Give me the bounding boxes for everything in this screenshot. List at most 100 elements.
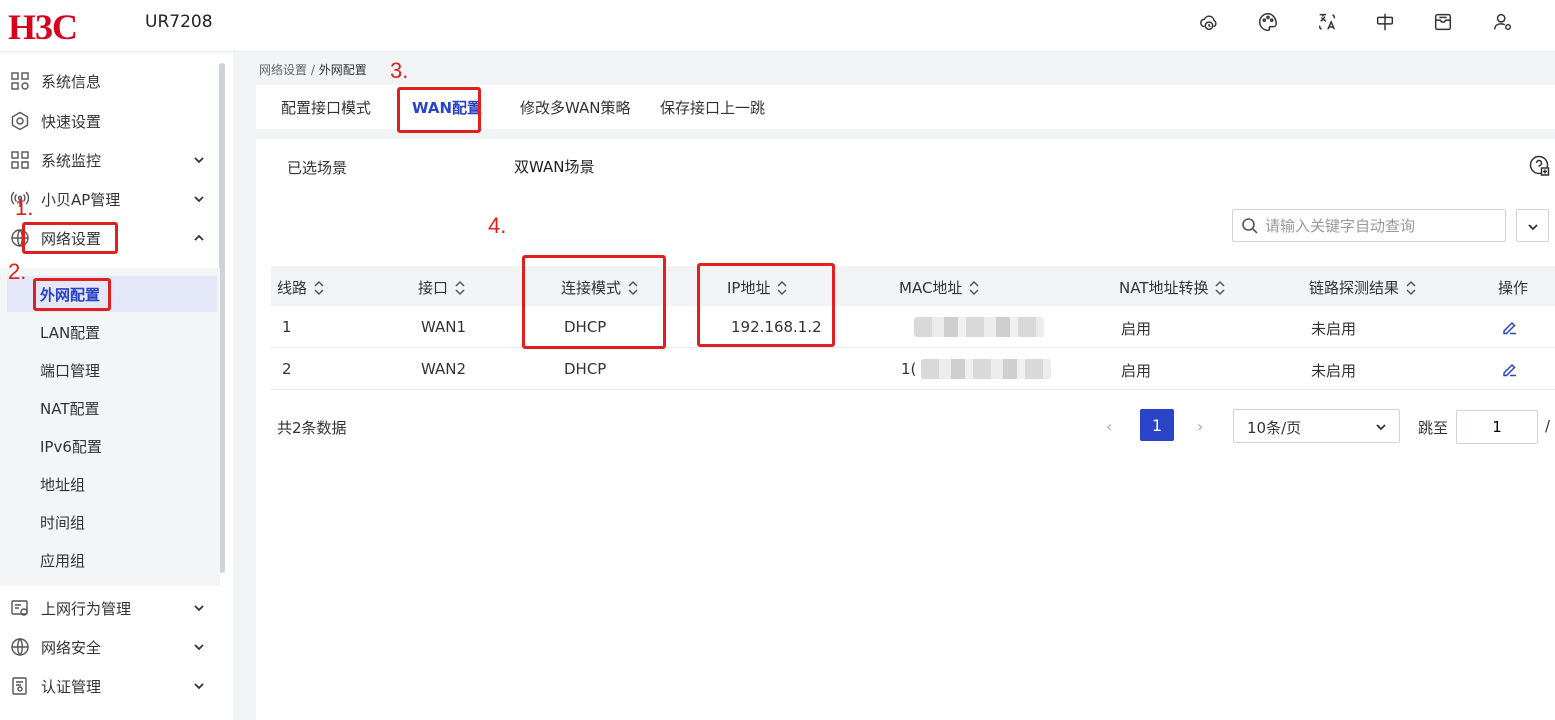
column-header-action: 操作 (1498, 277, 1528, 298)
page-size-select[interactable]: 10条/页 (1233, 409, 1400, 443)
search-input[interactable] (1265, 214, 1499, 238)
cell-line: 2 (282, 360, 292, 378)
top-bar: H3C UR7208 (0, 0, 1555, 52)
cell-mac: 1( (901, 360, 917, 378)
sidebar-item-security[interactable]: 网络安全 (0, 629, 220, 665)
column-label: 操作 (1498, 279, 1529, 297)
tab-save-next-hop[interactable]: 保存接口上一跳 (660, 97, 765, 118)
column-label: 链路探测结果 (1309, 279, 1400, 297)
cell-probe: 未启用 (1311, 320, 1357, 338)
inbox-icon[interactable] (1431, 10, 1455, 34)
cell-nat: 启用 (1121, 362, 1152, 380)
column-header-probe[interactable]: 链路探测结果 (1309, 277, 1417, 298)
cloud-clock-icon[interactable] (1197, 10, 1221, 34)
sidebar: 系统信息 快速设置 系统监控 小贝AP管理 网络设置 外网配置 LAN配置 端口… (0, 53, 233, 720)
cell-interface: WAN1 (421, 318, 467, 336)
tab-interface-mode[interactable]: 配置接口模式 (281, 97, 371, 118)
breadcrumb: 网络设置 / 外网配置 (259, 61, 367, 78)
cell-line: 1 (282, 318, 292, 336)
jump-box (1456, 410, 1538, 444)
table-header: 线路 接口 连接模式 IP地址 MAC地址 NAT地址转换 链路探测结果 操作 (271, 266, 1555, 306)
breadcrumb-current: 外网配置 (318, 63, 367, 77)
wan-config-panel: 已选场景 双WAN场景 线路 接口 连接模式 IP地址 MAC地址 NAT地址转… (256, 139, 1555, 720)
submenu-item-nat-config[interactable]: NAT配置 (7, 390, 217, 426)
edit-icon[interactable] (1501, 360, 1519, 378)
column-header-nat[interactable]: NAT地址转换 (1119, 277, 1226, 298)
help-icon[interactable] (1529, 155, 1551, 177)
column-header-mac[interactable]: MAC地址 (899, 277, 980, 298)
mac-redaction (921, 359, 1051, 379)
sidebar-item-label: 上网行为管理 (41, 599, 132, 618)
breadcrumb-separator: / (310, 63, 315, 77)
sort-icon (1406, 280, 1416, 295)
column-header-interface[interactable]: 接口 (418, 277, 466, 298)
cell-mode: DHCP (564, 360, 607, 378)
column-label: MAC地址 (899, 279, 963, 297)
device-model: UR7208 (145, 12, 213, 32)
submenu-item-label: 应用组 (40, 551, 86, 570)
table-row: 1 WAN1 DHCP 192.168.1.2 启用 未启用 (271, 306, 1555, 348)
chevron-down-icon (192, 192, 206, 206)
sidebar-item-quick-setup[interactable]: 快速设置 (0, 103, 220, 139)
system-info-icon (10, 71, 30, 91)
chevron-right-icon[interactable]: › (1197, 417, 1203, 436)
edit-icon[interactable] (1501, 318, 1519, 336)
sort-icon (1215, 280, 1226, 295)
submenu-item-label: IPv6配置 (40, 437, 102, 456)
scene-label: 已选场景 (287, 159, 348, 177)
submenu-item-app-group[interactable]: 应用组 (7, 542, 217, 578)
h3c-logo: H3C (8, 7, 78, 47)
sidebar-item-system-info[interactable]: 系统信息 (0, 63, 220, 99)
page-total-separator: / (1545, 417, 1551, 435)
submenu-item-label: 端口管理 (40, 361, 101, 380)
annotation-box-network-settings (22, 222, 118, 254)
column-label: 线路 (277, 279, 308, 297)
annotation-number: 2. (8, 259, 27, 284)
jump-label: 跳至 (1418, 419, 1449, 437)
chevron-down-icon (192, 153, 206, 167)
search-icon (1241, 217, 1259, 235)
scene-value: 双WAN场景 (514, 158, 595, 176)
translate-icon[interactable] (1315, 10, 1339, 34)
submenu-item-label: NAT配置 (40, 399, 100, 418)
annotation-number: 4. (488, 213, 507, 238)
annotation-number: 3. (390, 58, 409, 83)
chevron-down-icon (192, 679, 206, 693)
quick-setup-icon (10, 111, 30, 131)
annotation-box-mode-column (522, 255, 666, 349)
sidebar-item-auth[interactable]: 认证管理 (0, 668, 220, 704)
user-settings-icon[interactable] (1491, 10, 1515, 34)
sidebar-item-behavior[interactable]: 上网行为管理 (0, 590, 220, 626)
sidebar-item-monitor[interactable]: 系统监控 (0, 142, 220, 178)
submenu-item-port-management[interactable]: 端口管理 (7, 352, 217, 388)
page-size-value: 10条/页 (1247, 419, 1302, 437)
column-label: 接口 (418, 279, 449, 297)
flag-icon[interactable] (1373, 10, 1397, 34)
sort-icon (314, 280, 324, 295)
cell-interface: WAN2 (421, 360, 467, 378)
palette-icon[interactable] (1256, 10, 1280, 34)
submenu-item-time-group[interactable]: 时间组 (7, 504, 217, 540)
mac-redaction (914, 317, 1044, 337)
chevron-up-icon (192, 231, 206, 245)
chevron-left-icon[interactable]: ‹ (1106, 417, 1112, 436)
auth-icon (10, 676, 30, 696)
chevron-down-icon (192, 640, 206, 654)
search-dropdown-button[interactable] (1516, 209, 1549, 242)
annotation-box-wan-tab (397, 87, 481, 133)
column-label: NAT地址转换 (1119, 279, 1209, 297)
jump-input[interactable] (1457, 411, 1537, 443)
tab-multi-wan-policy[interactable]: 修改多WAN策略 (520, 97, 631, 118)
submenu-item-ipv6-config[interactable]: IPv6配置 (7, 428, 217, 464)
breadcrumb-parent[interactable]: 网络设置 (259, 63, 307, 77)
column-header-line[interactable]: 线路 (277, 277, 325, 298)
submenu-item-lan-config[interactable]: LAN配置 (7, 314, 217, 350)
submenu-item-address-group[interactable]: 地址组 (7, 466, 217, 502)
total-count: 共2条数据 (277, 419, 347, 437)
page-number-button[interactable]: 1 (1140, 409, 1174, 441)
sidebar-item-label: 网络安全 (41, 638, 102, 657)
sidebar-item-label: 系统监控 (41, 151, 102, 170)
chevron-down-icon (1376, 424, 1386, 431)
submenu-item-label: 时间组 (40, 513, 86, 532)
annotation-box-wan-submenu (33, 278, 111, 311)
